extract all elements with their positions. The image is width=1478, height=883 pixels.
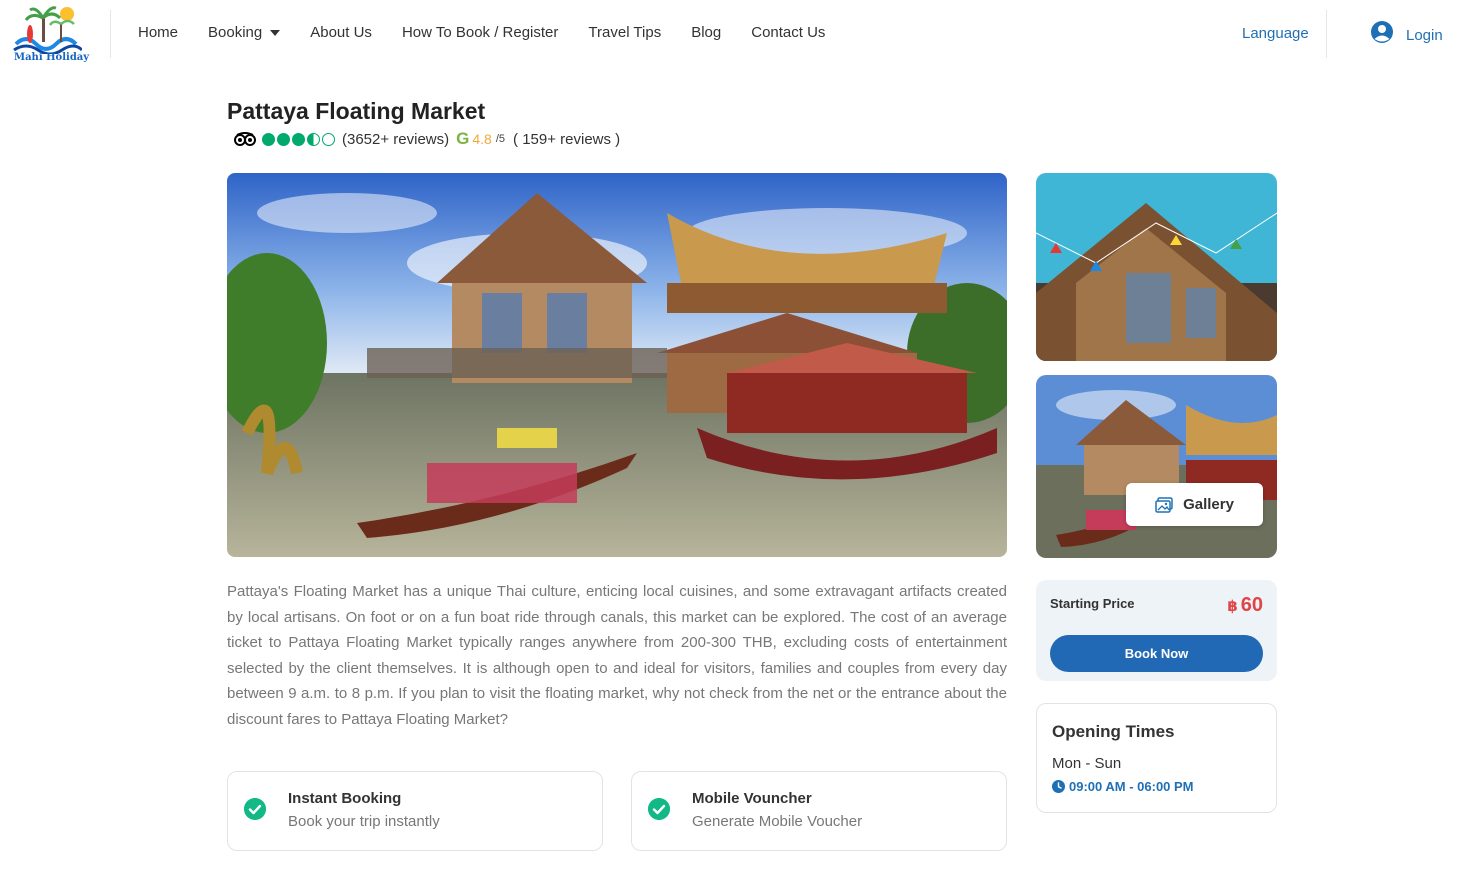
rating-bubble-full — [262, 132, 275, 146]
gallery-label: Gallery — [1183, 496, 1234, 513]
nav-home-label: Home — [138, 24, 179, 41]
site-header: Mahi Holiday Home Booking About Us How T… — [0, 0, 1478, 70]
page-title: Pattaya Floating Market — [227, 98, 486, 124]
logo-text: Mahi Holiday — [14, 52, 90, 63]
images-icon — [1155, 496, 1173, 513]
gallery-button[interactable]: Gallery — [1126, 483, 1263, 526]
opening-days: Mon - Sun — [1052, 755, 1122, 772]
price-card: Starting Price ฿ 60 Book Now — [1036, 580, 1277, 681]
header-divider — [110, 10, 111, 58]
starting-price-label: Starting Price — [1050, 596, 1135, 611]
rating-bubble-full — [277, 132, 290, 146]
nav-blog-label: Blog — [691, 24, 722, 41]
opening-times-card: Opening Times Mon - Sun 09:00 AM - 06:00… — [1036, 703, 1277, 813]
side-photo-market-canal[interactable]: Gallery — [1036, 375, 1277, 558]
opening-hours: 09:00 AM - 06:00 PM — [1052, 779, 1194, 794]
language-selector[interactable]: Language — [1242, 25, 1309, 42]
feature-title: Instant Booking — [288, 790, 402, 807]
nav-contact-us-label: Contact Us — [751, 24, 826, 41]
nav-booking-label: Booking — [208, 24, 263, 41]
google-reviews: ( 159+ reviews ) — [513, 130, 621, 148]
nav-travel-tips-label: Travel Tips — [588, 24, 662, 41]
nav-about-us[interactable]: About Us — [310, 24, 372, 41]
nav-travel-tips[interactable]: Travel Tips — [588, 24, 661, 41]
rating-bubble-full — [292, 132, 305, 146]
feature-card-mobile-voucher: Mobile Vouncher Generate Mobile Voucher — [631, 771, 1007, 851]
feature-card-instant-booking: Instant Booking Book your trip instantly — [227, 771, 603, 851]
google-g-icon: G — [456, 129, 470, 148]
check-circle-icon — [648, 798, 670, 820]
nav-how-to-book-label: How To Book / Register — [401, 24, 559, 41]
login-label: Login — [1406, 26, 1443, 44]
google-scale: /5 — [495, 133, 506, 145]
side-photo-market-entrance[interactable] — [1036, 173, 1277, 361]
login-button[interactable]: Login — [1370, 20, 1443, 44]
feature-subtitle: Generate Mobile Voucher — [692, 813, 863, 830]
rating-bubble-empty — [322, 132, 335, 146]
opening-times-title: Opening Times — [1052, 722, 1175, 741]
nav-about-us-label: About Us — [310, 24, 372, 41]
rating-bubble-half — [307, 132, 320, 146]
book-now-button[interactable]: Book Now — [1050, 635, 1263, 672]
main-photo-floating-market[interactable] — [227, 173, 1007, 557]
feature-subtitle: Book your trip instantly — [288, 813, 440, 830]
nav-how-to-book[interactable]: How To Book / Register — [402, 24, 558, 41]
opening-hours-text: 09:00 AM - 06:00 PM — [1069, 779, 1194, 794]
nav-home[interactable]: Home — [138, 24, 178, 41]
currency-symbol: ฿ — [1227, 598, 1238, 615]
tripadvisor-owl-icon — [234, 132, 256, 146]
main-nav: Home Booking About Us How To Book / Regi… — [138, 24, 855, 41]
clock-icon — [1052, 780, 1065, 793]
tripadvisor-bubble-rating — [262, 132, 337, 146]
google-score: 4.8 — [472, 131, 492, 147]
ratings-row: (3652+ reviews) G 4.8 /5 ( 159+ reviews … — [234, 129, 620, 149]
caret-down-icon — [270, 29, 281, 36]
check-circle-icon — [244, 798, 266, 820]
tripadvisor-reviews: (3652+ reviews) — [342, 130, 450, 148]
attraction-description: Pattaya's Floating Market has a unique T… — [227, 583, 1007, 728]
nav-booking[interactable]: Booking — [208, 24, 281, 41]
nav-blog[interactable]: Blog — [691, 24, 721, 41]
header-divider-right — [1326, 10, 1327, 58]
feature-title: Mobile Vouncher — [692, 790, 812, 807]
starting-price-value: ฿ 60 — [1227, 594, 1263, 617]
price-amount: 60 — [1240, 594, 1263, 616]
user-circle-icon — [1371, 21, 1393, 43]
nav-contact-us[interactable]: Contact Us — [751, 24, 825, 41]
